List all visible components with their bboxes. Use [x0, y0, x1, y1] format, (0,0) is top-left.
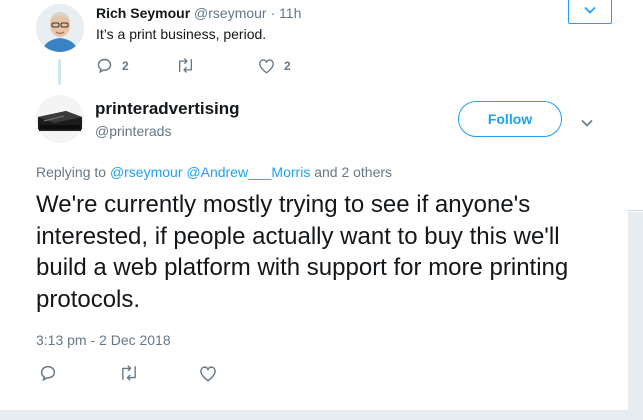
tweet-text: It’s a print business, period.	[96, 26, 267, 42]
author-name[interactable]: printeradvertising	[95, 99, 240, 119]
mention-link[interactable]: @rseymour	[110, 164, 183, 180]
reply-count: 2	[122, 58, 129, 73]
tweet-menu-button[interactable]	[581, 114, 593, 132]
author-name[interactable]: Rich Seymour	[96, 5, 190, 21]
retweet-button[interactable]	[119, 364, 199, 382]
retweet-icon	[176, 57, 195, 74]
reply-icon	[96, 57, 113, 74]
mention-link[interactable]: @Andrew___Morris	[186, 164, 310, 180]
retweet-icon	[119, 364, 139, 382]
chevron-down-icon	[581, 114, 593, 131]
others-link[interactable]: and 2 others	[310, 164, 392, 180]
author-handle[interactable]: @rseymour	[194, 5, 267, 21]
like-button[interactable]	[199, 365, 217, 382]
tweet-actions	[39, 364, 217, 382]
tweet-actions: 2 2	[96, 57, 291, 74]
avatar[interactable]	[36, 4, 84, 52]
tweet-timestamp[interactable]: 3:13 pm - 2 Dec 2018	[36, 332, 171, 348]
parent-tweet-header: Rich Seymour @rseymour · 11h	[96, 5, 301, 21]
reply-button[interactable]: 2	[96, 57, 176, 74]
chevron-down-icon	[584, 1, 596, 19]
tweet-time[interactable]: 11h	[279, 5, 301, 21]
reply-icon	[39, 364, 57, 382]
replying-to-line: Replying to @rseymour @Andrew___Morris a…	[36, 164, 392, 180]
tweet-text: We're currently mostly trying to see if …	[36, 191, 569, 313]
reply-button[interactable]	[39, 364, 119, 382]
timeline-edge	[628, 0, 643, 212]
follow-button[interactable]: Follow	[458, 101, 562, 137]
like-icon	[258, 58, 275, 74]
parent-tweet[interactable]: Rich Seymour @rseymour · 11h It’s a prin…	[0, 0, 612, 88]
author-handle[interactable]: @printerads	[95, 123, 171, 139]
like-count: 2	[284, 58, 291, 73]
like-button[interactable]: 2	[258, 58, 291, 74]
like-icon	[199, 365, 217, 382]
tweet-menu-button[interactable]	[568, 0, 612, 24]
page-background-footer	[0, 410, 643, 420]
separator-dot: ·	[270, 5, 276, 21]
retweet-button[interactable]	[176, 57, 258, 74]
replying-prefix: Replying to	[36, 164, 110, 180]
avatar[interactable]	[36, 95, 84, 143]
divider	[628, 210, 643, 211]
thread-connector-line	[58, 59, 61, 85]
